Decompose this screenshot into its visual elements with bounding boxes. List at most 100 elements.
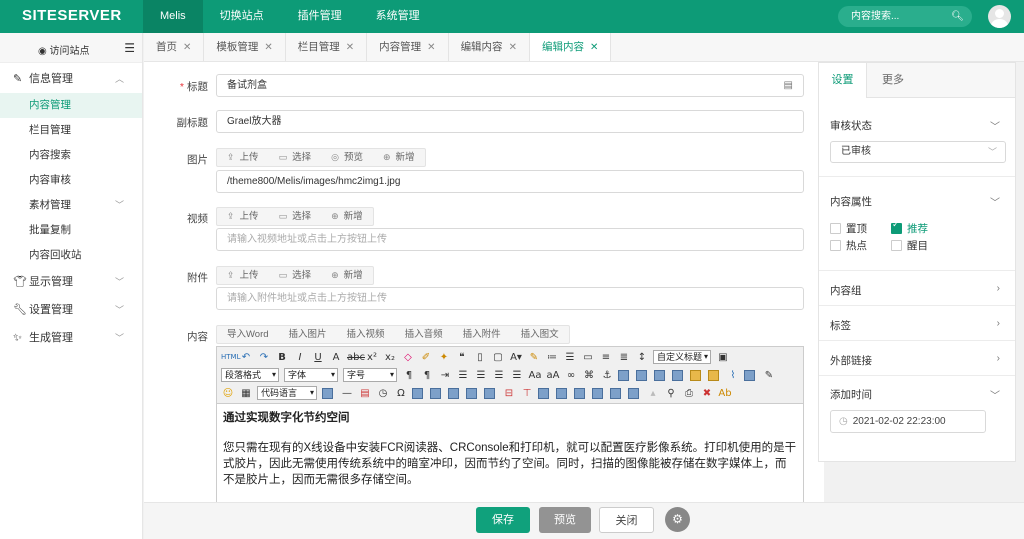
- tab-more[interactable]: 更多: [871, 63, 915, 98]
- menu-toggle-icon[interactable]: ☰: [124, 41, 135, 55]
- clear-format-icon[interactable]: ✖: [700, 387, 714, 400]
- sidebar-group-settings[interactable]: 🔧︎ 设置管理 ﹀: [0, 296, 142, 324]
- editor-content[interactable]: 通过实现数字化节约空间 您只需在现有的X线设备中安装FCR阅读器、CRConso…: [217, 404, 803, 488]
- settings-gear-icon[interactable]: ⚙: [665, 507, 690, 532]
- redo-icon[interactable]: ↷: [257, 351, 271, 364]
- row-spacing-top-icon[interactable]: ≡: [599, 351, 613, 364]
- rtl-icon[interactable]: ¶: [420, 369, 434, 382]
- html-source-icon[interactable]: HTML: [221, 351, 240, 364]
- avatar[interactable]: [988, 5, 1011, 28]
- underline-icon[interactable]: U: [311, 351, 325, 364]
- topnav-system[interactable]: 系统管理: [359, 0, 437, 33]
- delete-row-icon[interactable]: ⊟: [502, 387, 516, 400]
- sidebar-item-content-review[interactable]: 内容审核: [0, 168, 142, 193]
- image-preview-button[interactable]: ◎ 预览: [321, 149, 373, 166]
- preview-button[interactable]: 预览: [539, 507, 591, 533]
- insert-audio-button[interactable]: 插入音频: [395, 326, 453, 343]
- sidebar-item-material[interactable]: 素材管理 ﹀: [0, 193, 142, 218]
- wordimage-icon[interactable]: [412, 387, 423, 399]
- eraser-icon[interactable]: ◇: [401, 351, 415, 364]
- auto-typeset-icon[interactable]: ✦: [437, 351, 451, 364]
- select-all-icon[interactable]: ▢: [491, 351, 505, 364]
- split-rows-icon[interactable]: [610, 387, 621, 399]
- code-language-select[interactable]: 代码语言: [257, 386, 317, 400]
- attachment-add-button[interactable]: ⊕ 新增: [321, 267, 373, 284]
- content-attr-header[interactable]: 内容属性 ﹀: [830, 194, 1006, 209]
- image-select-button[interactable]: ▭ 选择: [269, 149, 322, 166]
- tab-home[interactable]: 首页 ✕: [144, 33, 205, 61]
- custom-title-select[interactable]: 自定义标题: [653, 350, 711, 364]
- insert-col-icon[interactable]: [484, 387, 495, 399]
- sidebar-item-batch-copy[interactable]: 批量复制: [0, 218, 142, 243]
- format-brush-icon[interactable]: ✐: [419, 351, 433, 364]
- content-search-input[interactable]: 内容搜索... 🔍︎: [838, 6, 972, 27]
- delete-table-icon[interactable]: [448, 387, 459, 399]
- chart-icon[interactable]: ▴: [646, 387, 660, 400]
- video-add-button[interactable]: ⊕ 新增: [321, 208, 373, 225]
- font-family-select[interactable]: 字体: [284, 368, 338, 382]
- print-icon[interactable]: ⎙: [682, 387, 696, 400]
- subtitle-field[interactable]: Grael放大器: [216, 110, 804, 133]
- attr-hot-checkbox[interactable]: 热点: [830, 238, 867, 253]
- review-status-select[interactable]: 已审核 ﹀: [830, 141, 1006, 163]
- tab-settings[interactable]: 设置: [819, 63, 867, 98]
- date-icon[interactable]: ▤: [358, 387, 372, 400]
- align-right-icon[interactable]: ☰: [492, 369, 506, 382]
- video-select-button[interactable]: ▭ 选择: [269, 208, 322, 225]
- fullscreen-icon[interactable]: ▣: [716, 351, 730, 364]
- id-card-icon[interactable]: ▤: [784, 75, 793, 96]
- image-none-icon[interactable]: [618, 369, 629, 381]
- insert-article-button[interactable]: 插入图文: [511, 326, 569, 343]
- paste-plain-icon[interactable]: ▯: [473, 351, 487, 364]
- superscript-icon[interactable]: x²: [365, 351, 379, 364]
- visit-site-link[interactable]: ◉ 访问站点: [38, 42, 90, 57]
- emotion-icon[interactable]: ☺: [221, 387, 235, 400]
- font-color-icon[interactable]: A▾: [509, 351, 523, 364]
- italic-icon[interactable]: I: [293, 351, 307, 364]
- map-icon[interactable]: ▦: [239, 387, 253, 400]
- tab-edit-content-active[interactable]: 编辑内容 ✕: [529, 33, 612, 61]
- insert-image-button[interactable]: 插入图片: [279, 326, 337, 343]
- special-chars-icon[interactable]: Ω: [394, 387, 408, 400]
- tab-channel[interactable]: 栏目管理 ✕: [286, 33, 368, 61]
- close-icon[interactable]: ✕: [183, 42, 191, 53]
- delete-col-icon[interactable]: ⊤: [520, 387, 534, 400]
- merge-right-icon[interactable]: [556, 387, 567, 399]
- tab-content[interactable]: 内容管理 ✕: [367, 33, 449, 61]
- strikethrough-icon[interactable]: abc: [347, 351, 365, 364]
- content-group-row[interactable]: 内容组 ›: [830, 283, 1006, 298]
- row-spacing-bottom-icon[interactable]: ≣: [617, 351, 631, 364]
- image-add-button[interactable]: ⊕ 新增: [373, 149, 425, 166]
- video-upload-button[interactable]: ⇪ 上传: [217, 208, 269, 225]
- sidebar-item-content-search[interactable]: 内容搜索: [0, 143, 142, 168]
- image-url-field[interactable]: /theme800/Melis/images/hmc2img1.jpg: [216, 170, 804, 193]
- blockquote-icon[interactable]: ❝: [455, 351, 469, 364]
- tab-template[interactable]: 模板管理 ✕: [204, 33, 286, 61]
- insert-attachment-button[interactable]: 插入附件: [453, 326, 511, 343]
- attachment-select-button[interactable]: ▭ 选择: [269, 267, 322, 284]
- undo-icon[interactable]: ↶: [239, 351, 253, 364]
- search-icon[interactable]: 🔍︎: [951, 6, 964, 27]
- add-time-picker[interactable]: ◷ 2021-02-02 22:23:00: [830, 410, 986, 433]
- topnav-melis[interactable]: Melis: [143, 0, 203, 33]
- title-field[interactable]: 备试剂盒 ▤: [216, 74, 804, 97]
- image-upload-button[interactable]: ⇪ 上传: [217, 149, 269, 166]
- sidebar-group-generate[interactable]: ✨︎ 生成管理 ﹀: [0, 324, 142, 352]
- split-cells-icon[interactable]: [592, 387, 603, 399]
- image-left-icon[interactable]: [636, 369, 647, 381]
- time-icon[interactable]: ◷: [376, 387, 390, 400]
- close-icon[interactable]: ✕: [509, 42, 517, 53]
- split-cols-icon[interactable]: [628, 387, 639, 399]
- indent-icon[interactable]: ⇥: [438, 369, 452, 382]
- close-button[interactable]: 关闭: [599, 507, 654, 533]
- anchor-icon[interactable]: ⚓: [600, 369, 614, 382]
- tab-edit-content[interactable]: 编辑内容 ✕: [449, 33, 530, 61]
- sidebar-item-channel-manage[interactable]: 栏目管理: [0, 118, 142, 143]
- insert-image-icon[interactable]: [708, 369, 719, 381]
- attachment-url-field[interactable]: 请输入附件地址或点击上方按钮上传: [216, 287, 804, 310]
- add-time-header[interactable]: 添加时间 ﹀: [830, 387, 1006, 402]
- link-icon[interactable]: ∞: [564, 369, 578, 382]
- import-word-button[interactable]: 导入Word: [217, 326, 279, 343]
- unlink-icon[interactable]: ⌘: [582, 369, 596, 382]
- line-height-icon[interactable]: ↕: [635, 351, 649, 364]
